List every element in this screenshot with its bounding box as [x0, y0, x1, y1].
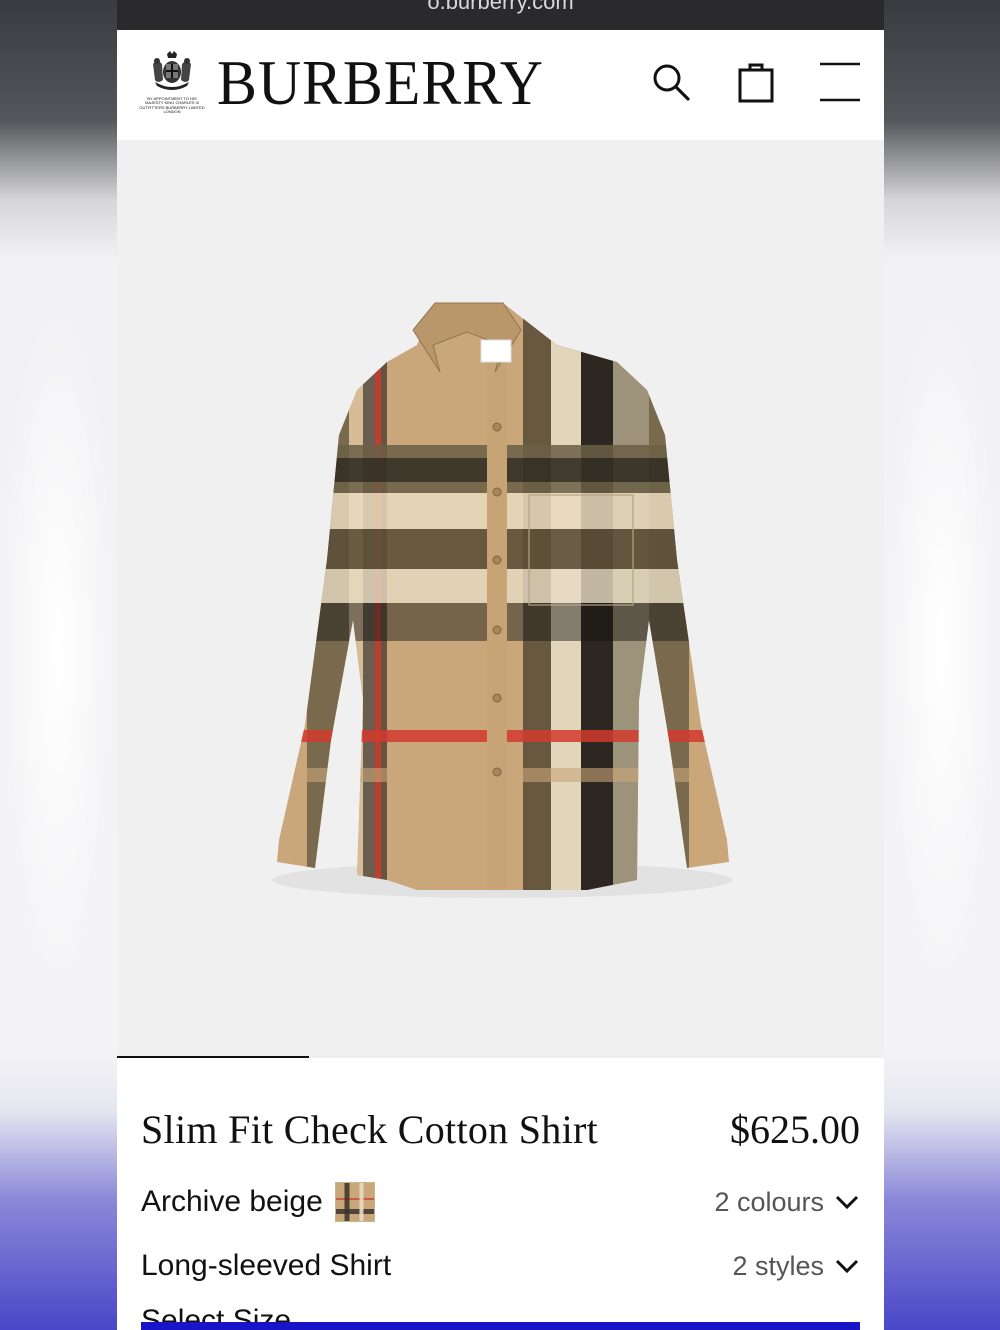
search-icon — [653, 64, 690, 101]
product-image[interactable] — [117, 140, 884, 1058]
royal-crest-icon — [153, 51, 191, 90]
chevron-down-icon — [835, 1259, 859, 1274]
site-header: By appointment to His Majesty King Charl… — [117, 30, 884, 140]
product-title: Slim Fit Check Cotton Shirt — [141, 1107, 599, 1152]
product-price: $625.00 — [730, 1107, 860, 1152]
size-selector-bar[interactable] — [141, 1322, 860, 1330]
chevron-down-icon — [835, 1195, 859, 1210]
colour-swatch[interactable] — [334, 1182, 375, 1222]
style-name: Long-sleeved Shirt — [141, 1249, 392, 1282]
style-dropdown[interactable]: 2 styles — [732, 1251, 860, 1282]
product-details: Slim Fit Check Cotton Shirt $625.00 Arch… — [117, 1058, 884, 1330]
shopping-bag-button[interactable] — [734, 58, 778, 106]
style-count: 2 styles — [732, 1250, 824, 1281]
colour-count: 2 colours — [714, 1186, 824, 1217]
menu-icon — [820, 62, 860, 102]
url-text: o.burberry.com — [427, 0, 574, 14]
colour-selector-row[interactable]: Archive beige 2 colours — [141, 1180, 860, 1224]
search-button[interactable] — [649, 58, 693, 106]
colour-dropdown[interactable]: 2 colours — [714, 1187, 860, 1218]
browser-url-bar[interactable]: o.burberry.com — [117, 0, 884, 30]
brand-logo[interactable]: BURBERRY — [217, 50, 544, 116]
royal-warrant-logo: By appointment to His Majesty King Charl… — [139, 50, 205, 120]
shopping-bag-icon — [738, 63, 774, 103]
phone-screen: o.burberry.com By appointment to His Maj… — [117, 0, 884, 1330]
background-glow-right — [884, 300, 1000, 1000]
royal-warrant-text: By appointment to His Majesty King Charl… — [139, 96, 205, 115]
check-shirt-photo — [272, 302, 732, 898]
menu-button[interactable] — [817, 58, 863, 106]
style-selector-row[interactable]: Long-sleeved Shirt 2 styles — [141, 1244, 860, 1288]
background-glow-left — [0, 300, 116, 1000]
colour-name: Archive beige — [141, 1185, 323, 1218]
